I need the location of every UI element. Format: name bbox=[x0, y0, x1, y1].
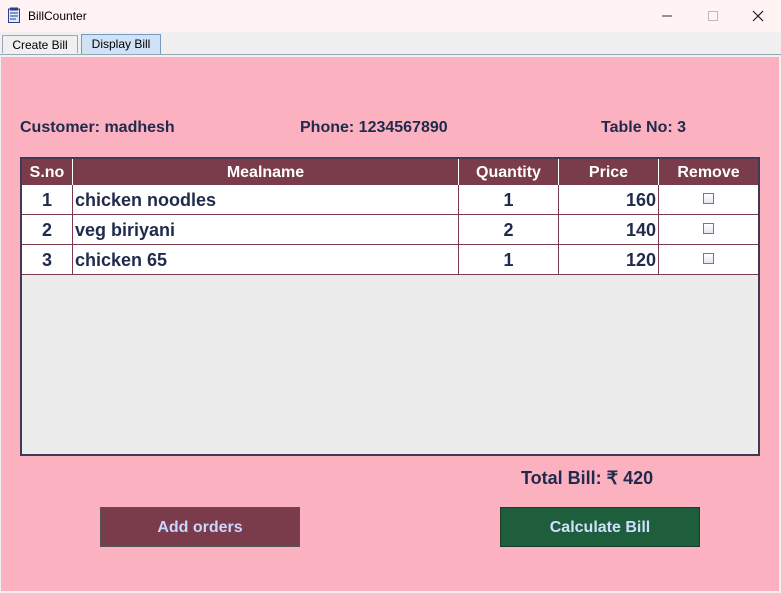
add-orders-button[interactable]: Add orders bbox=[100, 507, 300, 547]
cell-remove bbox=[659, 245, 758, 274]
cell-quantity[interactable]: 2 bbox=[459, 215, 559, 244]
cell-sno[interactable]: 1 bbox=[22, 185, 73, 214]
orders-table: S.no Mealname Quantity Price Remove 1 ch… bbox=[20, 157, 760, 456]
cell-mealname[interactable]: chicken 65 bbox=[73, 245, 459, 274]
cell-sno[interactable]: 3 bbox=[22, 245, 73, 274]
tab-display-bill[interactable]: Display Bill bbox=[81, 34, 161, 54]
cell-remove bbox=[659, 215, 758, 244]
maximize-icon bbox=[708, 11, 718, 21]
calculate-bill-button[interactable]: Calculate Bill bbox=[500, 507, 700, 547]
column-header-remove[interactable]: Remove bbox=[659, 159, 758, 185]
app-icon bbox=[8, 7, 20, 23]
table-row[interactable]: 3 chicken 65 1 120 bbox=[22, 245, 758, 275]
minimize-icon bbox=[662, 15, 672, 17]
customer-label: Customer: madhesh bbox=[20, 119, 175, 136]
table-number-label: Table No: 3 bbox=[601, 119, 687, 136]
column-header-sno[interactable]: S.no bbox=[22, 159, 73, 185]
close-icon bbox=[752, 10, 764, 22]
column-header-quantity[interactable]: Quantity bbox=[459, 159, 559, 185]
remove-checkbox[interactable] bbox=[703, 223, 714, 234]
maximize-button[interactable] bbox=[690, 0, 736, 32]
minimize-button[interactable] bbox=[644, 0, 690, 32]
tab-strip: Create Bill Display Bill bbox=[0, 32, 781, 55]
window-title: BillCounter bbox=[28, 9, 87, 23]
cell-remove bbox=[659, 185, 758, 214]
column-header-mealname[interactable]: Mealname bbox=[73, 159, 459, 185]
remove-checkbox[interactable] bbox=[703, 253, 714, 264]
cell-mealname[interactable]: veg biriyani bbox=[73, 215, 459, 244]
cell-mealname[interactable]: chicken noodles bbox=[73, 185, 459, 214]
cell-price[interactable]: 120 bbox=[559, 245, 659, 274]
tab-create-bill[interactable]: Create Bill bbox=[2, 35, 78, 53]
cell-price[interactable]: 140 bbox=[559, 215, 659, 244]
table-header: S.no Mealname Quantity Price Remove bbox=[22, 159, 758, 185]
column-header-price[interactable]: Price bbox=[559, 159, 659, 185]
table-row[interactable]: 1 chicken noodles 1 160 bbox=[22, 185, 758, 215]
phone-label: Phone: 1234567890 bbox=[300, 119, 448, 136]
total-bill-label: Total Bill: ₹ 420 bbox=[521, 468, 654, 488]
cell-quantity[interactable]: 1 bbox=[459, 185, 559, 214]
close-button[interactable] bbox=[735, 0, 781, 32]
cell-sno[interactable]: 2 bbox=[22, 215, 73, 244]
title-bar: BillCounter bbox=[0, 0, 781, 32]
cell-quantity[interactable]: 1 bbox=[459, 245, 559, 274]
table-row[interactable]: 2 veg biriyani 2 140 bbox=[22, 215, 758, 245]
cell-price[interactable]: 160 bbox=[559, 185, 659, 214]
remove-checkbox[interactable] bbox=[703, 193, 714, 204]
